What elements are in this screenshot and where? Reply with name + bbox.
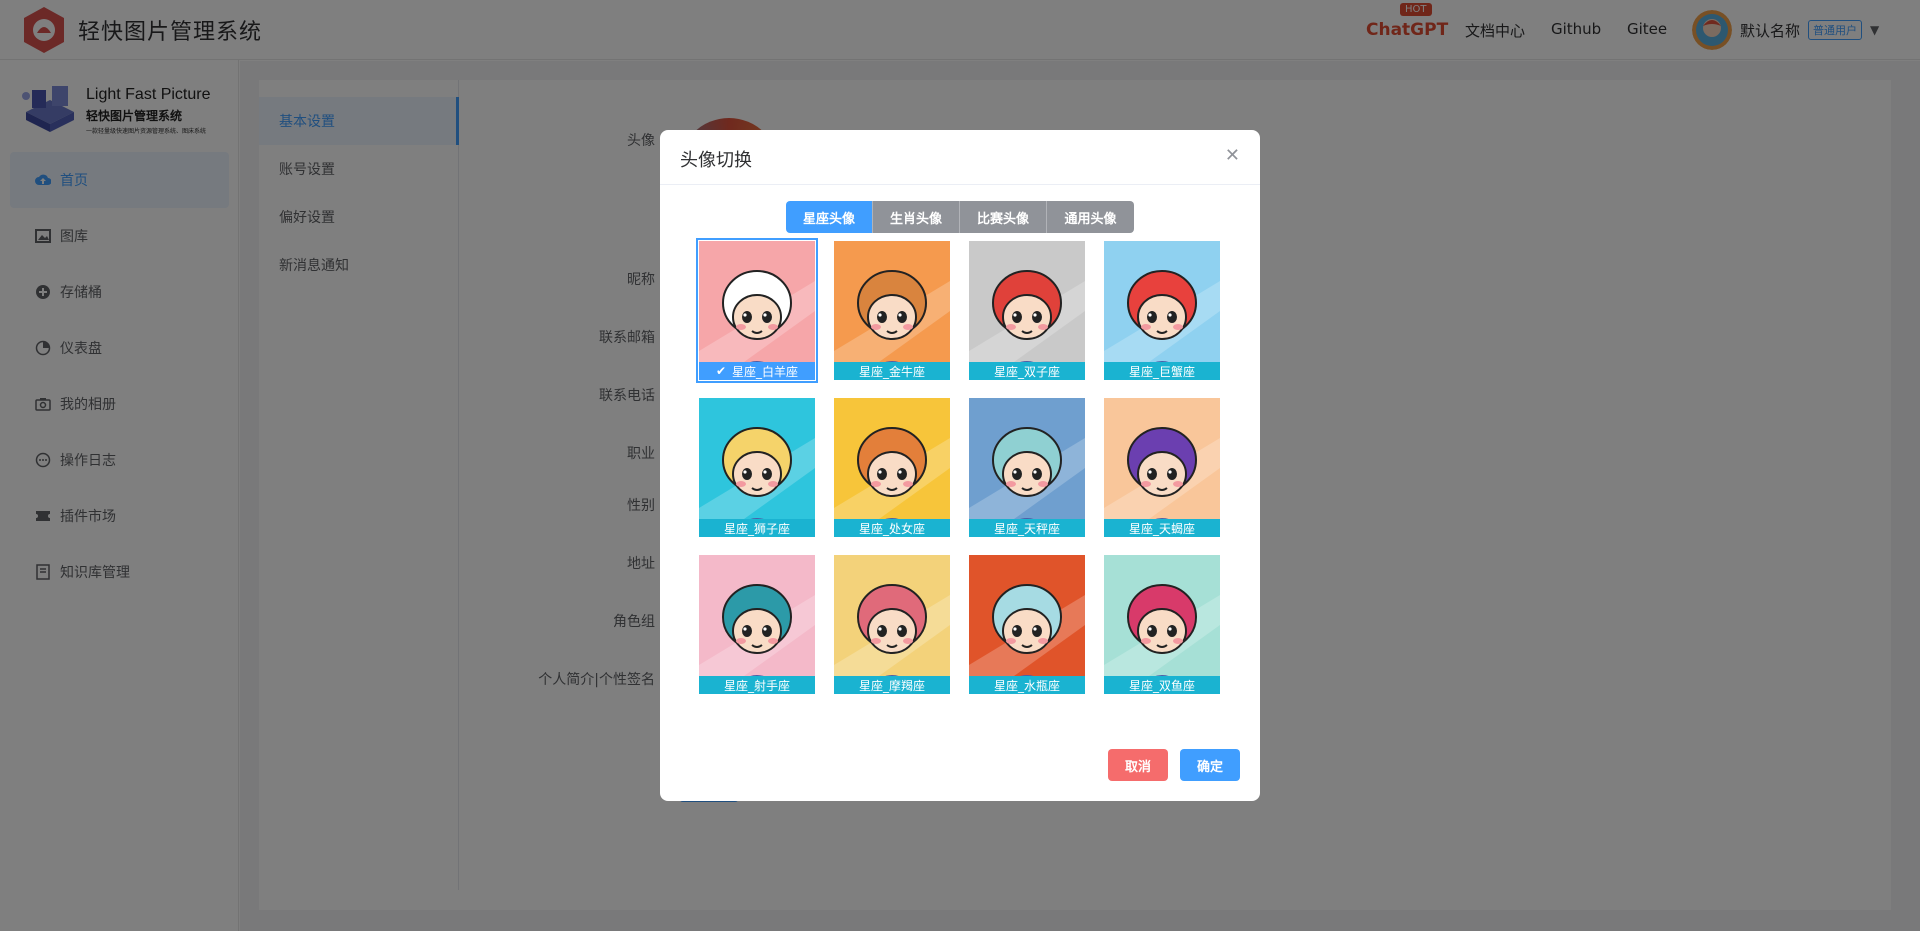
avatar-option-name: 星座_狮子座 [723,521,790,536]
dialog-header: 头像切换 ✕ [660,130,1260,185]
avatar-option-name: 星座_摩羯座 [858,678,925,693]
avatar-option-label: 星座_双鱼座 [1104,676,1220,694]
avatar-illustration [969,398,1085,537]
avatar-option-name: 星座_双鱼座 [1128,678,1195,693]
avatar-category-tab-1[interactable]: 生肖头像 [873,201,960,233]
avatar-option-label: 星座_天秤座 [969,519,1085,537]
avatar-illustration [1104,555,1220,694]
avatar-option-name: 星座_天蝎座 [1128,521,1195,536]
confirm-button[interactable]: 确定 [1180,749,1240,781]
avatar-option[interactable]: 星座_射手座 [699,555,815,694]
avatar-illustration [1104,398,1220,537]
avatar-option[interactable]: ✔ 星座_白羊座 [696,238,818,383]
avatar-option-label: 星座_巨蟹座 [1104,362,1220,380]
avatar-category-tab-2[interactable]: 比赛头像 [960,201,1047,233]
avatar-option-name: 星座_双子座 [993,364,1060,379]
avatar-option-name: 星座_巨蟹座 [1128,364,1195,379]
avatar-option-label: 星座_摩羯座 [834,676,950,694]
avatar-option-name: 星座_天秤座 [993,521,1060,536]
avatar-illustration [969,555,1085,694]
avatar-category-tab-3[interactable]: 通用头像 [1047,201,1134,233]
avatar-option-label: 星座_处女座 [834,519,950,537]
avatar-category-tabs: 星座头像 生肖头像 比赛头像 通用头像 [786,201,1134,233]
avatar-category-tab-0[interactable]: 星座头像 [786,201,873,233]
avatar-option[interactable]: 星座_狮子座 [699,398,815,537]
avatar-illustration [834,555,950,694]
avatar-option-label: 星座_射手座 [699,676,815,694]
avatar-illustration [834,241,950,380]
avatar-option-name: 星座_水瓶座 [993,678,1060,693]
dialog-title: 头像切换 [680,150,752,171]
avatar-option[interactable]: 星座_处女座 [834,398,950,537]
avatar-option-label: 星座_天蝎座 [1104,519,1220,537]
avatar-option-name: 星座_处女座 [858,521,925,536]
avatar-option-label: 星座_水瓶座 [969,676,1085,694]
avatar-option-label: 星座_狮子座 [699,519,815,537]
avatar-illustration [699,241,815,380]
avatar-option-label: ✔ 星座_白羊座 [699,362,815,380]
avatar-option-name: 星座_金牛座 [858,364,925,379]
avatar-option-label: 星座_金牛座 [834,362,950,380]
avatar-option[interactable]: 星座_双子座 [969,241,1085,380]
avatar-option-label: 星座_双子座 [969,362,1085,380]
avatar-option-name: 星座_白羊座 [732,364,799,379]
avatar-option-name: 星座_射手座 [723,678,790,693]
avatar-option[interactable]: 星座_天秤座 [969,398,1085,537]
checkmark-icon: ✔ [715,364,727,378]
avatar-option[interactable]: 星座_摩羯座 [834,555,950,694]
avatar-illustration [969,241,1085,380]
avatar-option[interactable]: 星座_巨蟹座 [1104,241,1220,380]
avatar-illustration [699,555,815,694]
avatar-illustration [1104,241,1220,380]
avatar-option[interactable]: 星座_水瓶座 [969,555,1085,694]
avatar-option[interactable]: 星座_金牛座 [834,241,950,380]
avatar-option[interactable]: 星座_天蝎座 [1104,398,1220,537]
cancel-button[interactable]: 取消 [1108,749,1168,781]
avatar-illustration [699,398,815,537]
avatar-switch-dialog: 头像切换 ✕ 星座头像 生肖头像 比赛头像 通用头像 ✔ 星座_白羊座 星座_金牛座 星座_… [660,130,1260,801]
close-icon[interactable]: ✕ [1225,147,1240,165]
avatar-option[interactable]: 星座_双鱼座 [1104,555,1220,694]
avatar-illustration [834,398,950,537]
